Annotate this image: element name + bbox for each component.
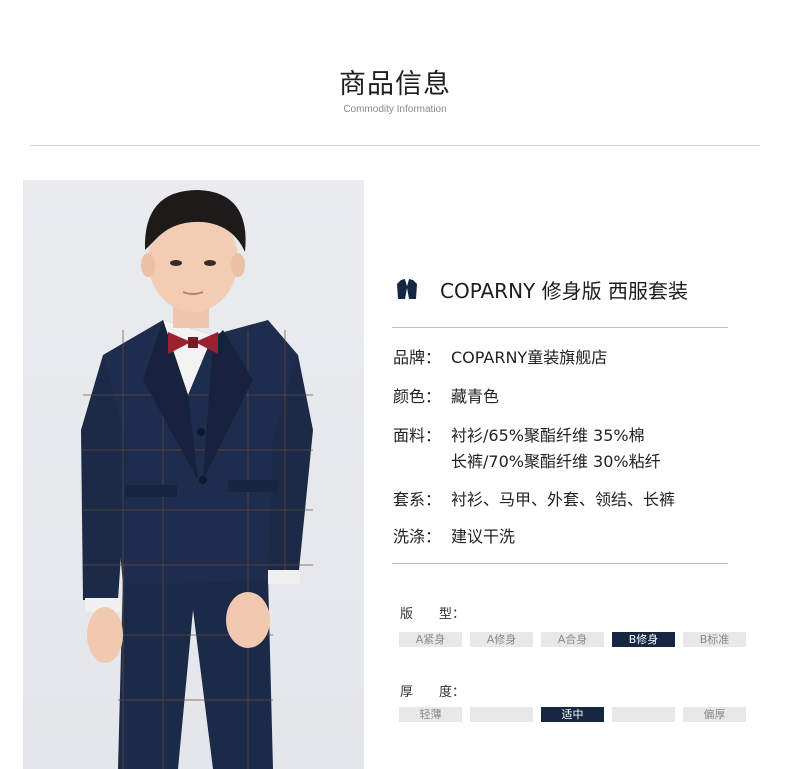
fit-label: 版 型： — [400, 607, 466, 622]
spec-value-line2: 长裤/70%聚酯纤维 30%粘纤 — [451, 452, 661, 471]
page-title: 商品信息 — [339, 69, 451, 100]
spec-label: 洗涤： — [393, 527, 442, 546]
fit-option: A合身 — [541, 632, 604, 647]
product-name: COPARNY 修身版 西服套装 — [440, 278, 688, 303]
thickness-option-selected: 适中 — [541, 707, 604, 722]
spec-label: 面料： — [393, 426, 442, 445]
thickness-option: 轻薄 — [399, 707, 462, 722]
product-title-row: COPARNY 修身版 西服套装 — [396, 276, 688, 303]
spec-label: 颜色： — [393, 387, 442, 406]
spec-label: 品牌： — [393, 348, 442, 367]
boy-in-suit-illustration — [81, 190, 313, 769]
spec-value: 衬衫/65%聚酯纤维 35%棉 — [451, 426, 645, 445]
spec-color: 颜色： 藏青色 — [393, 384, 499, 410]
page-subtitle: Commodity Information — [343, 104, 447, 115]
spec-value: 藏青色 — [451, 387, 500, 406]
product-photo — [23, 180, 364, 769]
fit-option: B标准 — [683, 632, 746, 647]
spec-wash: 洗涤： 建议干洗 — [393, 524, 515, 550]
spec-brand: 品牌： COPARNY童装旗舰店 — [393, 345, 607, 371]
header-divider — [30, 145, 760, 146]
thickness-options: 轻薄 适中 偏厚 — [399, 707, 754, 722]
fit-option-selected: B修身 — [612, 632, 675, 647]
thickness-option: 偏厚 — [683, 707, 746, 722]
divider — [392, 563, 728, 564]
suit-jacket-icon — [397, 279, 417, 299]
fit-options: A紧身 A修身 A合身 B修身 B标准 — [399, 632, 754, 647]
thickness-option — [612, 707, 675, 722]
spec-set: 套系： 衬衫、马甲、外套、领结、长裤 — [393, 487, 675, 513]
fit-option: A修身 — [470, 632, 533, 647]
spec-value: 建议干洗 — [451, 527, 516, 546]
spec-value: COPARNY童装旗舰店 — [451, 348, 608, 367]
spec-label: 套系： — [393, 490, 442, 509]
spec-value: 衬衫、马甲、外套、领结、长裤 — [451, 490, 676, 509]
fit-option: A紧身 — [399, 632, 462, 647]
thickness-option — [470, 707, 533, 722]
thickness-label: 厚 度： — [400, 685, 466, 700]
divider — [392, 327, 728, 328]
spec-fabric: 面料： 衬衫/65%聚酯纤维 35%棉 长裤/70%聚酯纤维 30%粘纤 — [393, 423, 661, 475]
